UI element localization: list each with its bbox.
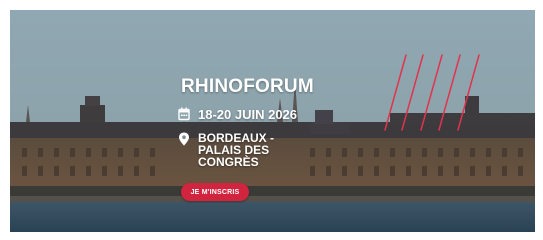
- calendar-icon: [178, 107, 190, 121]
- event-location-text: BORDEAUX - PALAIS DES CONGRÈS: [198, 132, 288, 168]
- location-line-3: CONGRÈS: [198, 155, 259, 169]
- register-button[interactable]: JE M'INSCRIS: [181, 183, 249, 201]
- event-date: 18-20 JUIN 2026: [178, 107, 297, 122]
- event-banner: RHINOFORUM 18-20 JUIN 2026 BORDEAUX - PA…: [10, 10, 535, 232]
- map-pin-icon: [179, 132, 189, 146]
- event-location: BORDEAUX - PALAIS DES CONGRÈS: [178, 132, 288, 168]
- event-title: RHINOFORUM: [181, 76, 314, 97]
- event-date-text: 18-20 JUIN 2026: [198, 107, 298, 122]
